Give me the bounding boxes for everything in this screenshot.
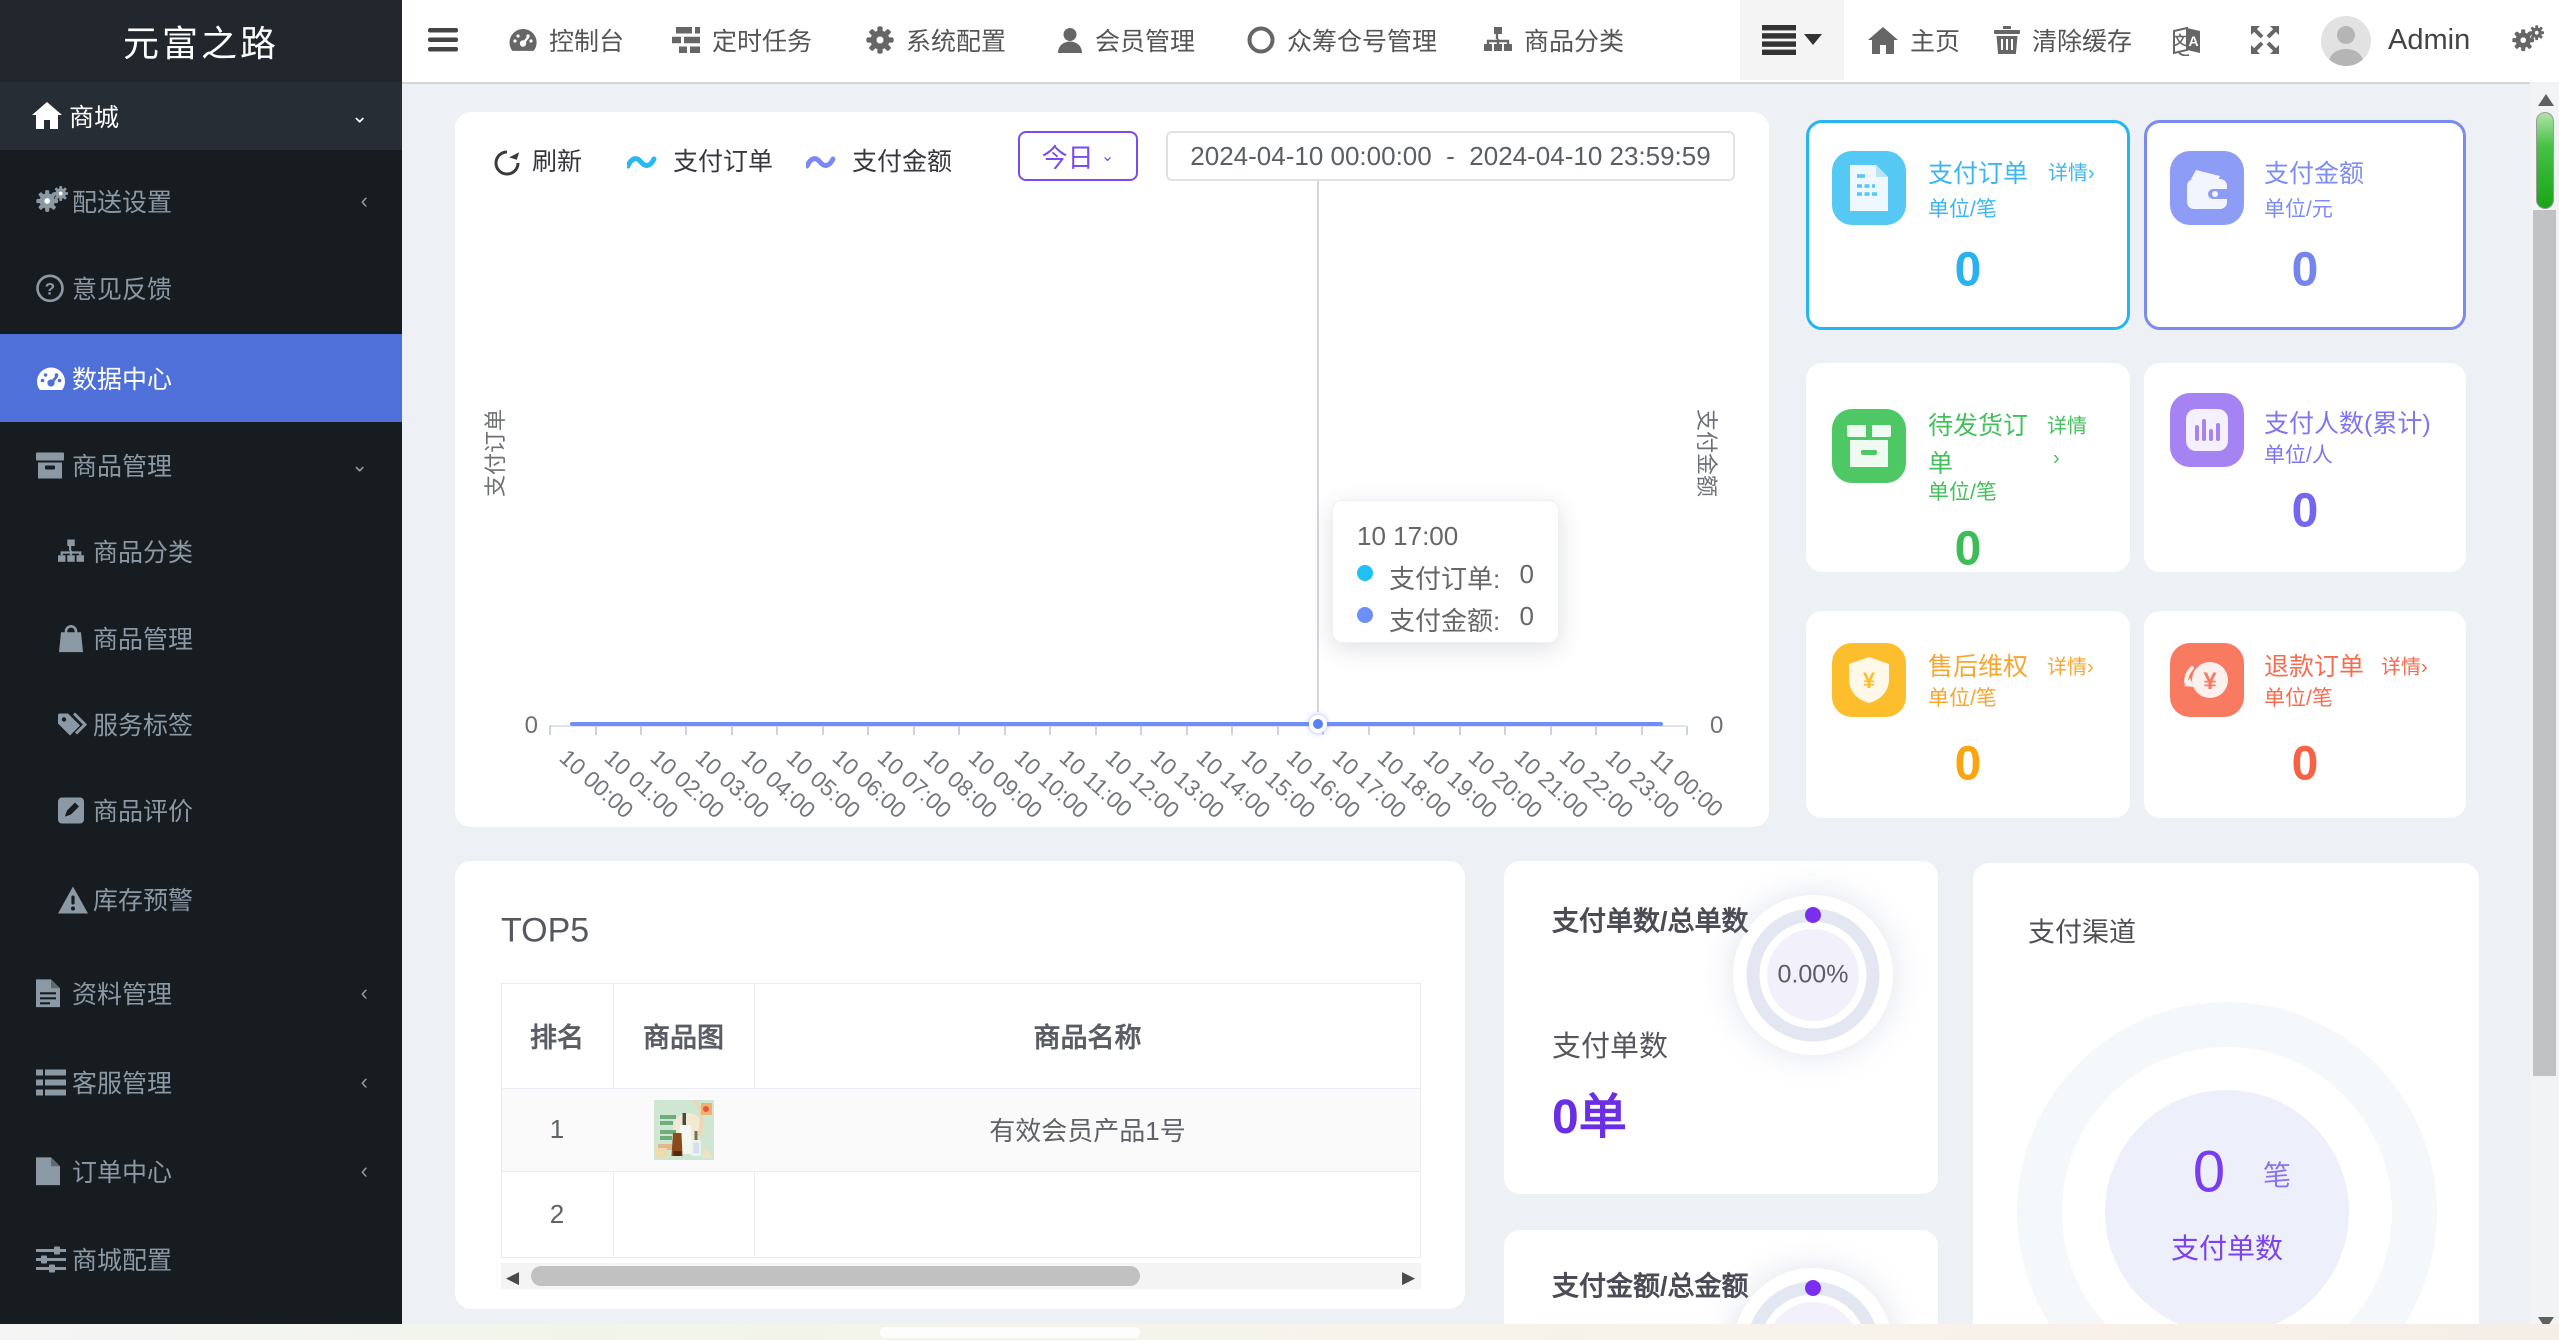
- svg-text:?: ?: [45, 280, 55, 299]
- svg-text:A: A: [2188, 33, 2198, 49]
- svg-text:文: 文: [2173, 33, 2187, 48]
- svg-text:¥: ¥: [2203, 668, 2217, 695]
- svg-text:¥: ¥: [1863, 668, 1876, 693]
